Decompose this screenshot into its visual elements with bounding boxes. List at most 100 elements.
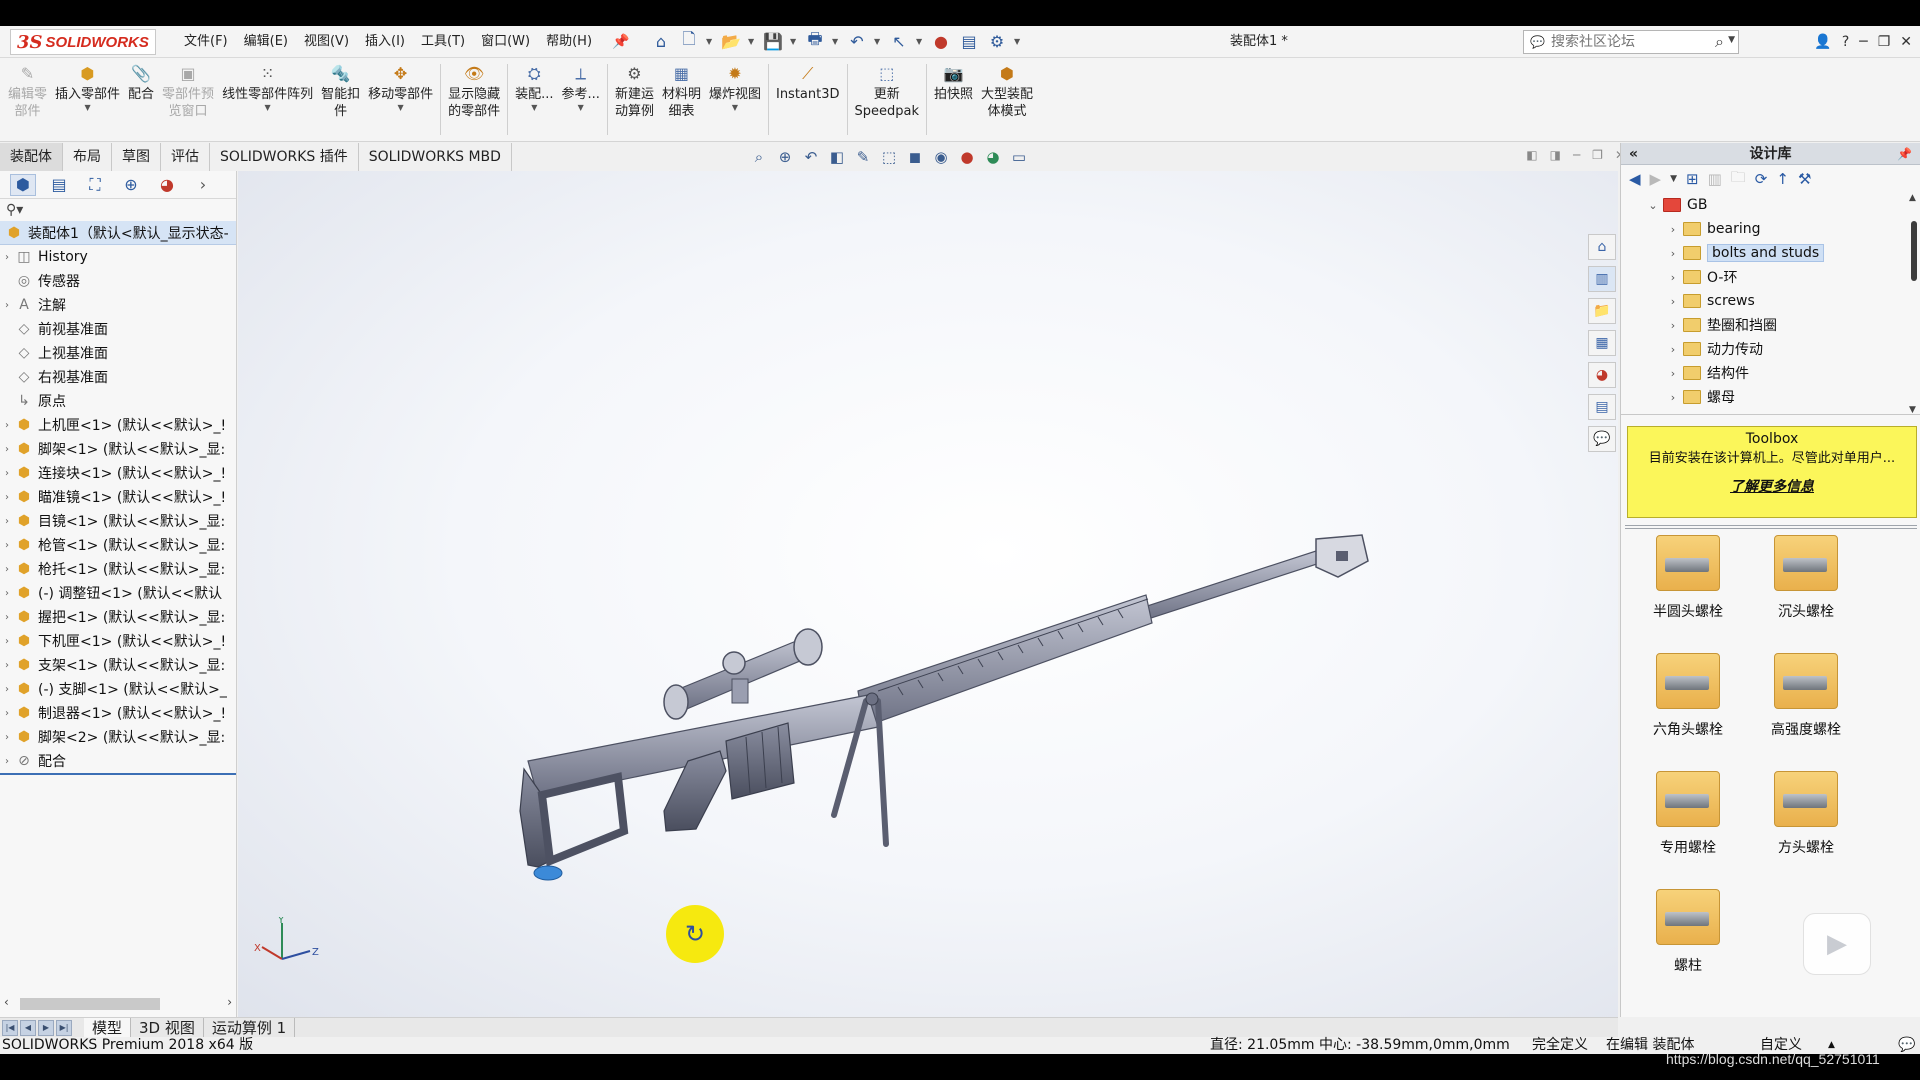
edit-appearance-icon[interactable]: ● xyxy=(956,147,978,167)
library-item[interactable]: 沉头螺栓 xyxy=(1747,535,1865,635)
tile-right-icon[interactable]: ◨ xyxy=(1550,148,1561,162)
minimize-icon[interactable]: ─ xyxy=(1859,34,1867,50)
tree-item[interactable]: › ⬢ 瞄准镜<1> (默认<<默认>_! xyxy=(0,485,236,509)
expand-arrow-icon[interactable]: › xyxy=(0,756,14,767)
tree-item[interactable]: ◇ 上视基准面 xyxy=(0,341,236,365)
library-folder-item[interactable]: › bearing xyxy=(1621,217,1920,241)
chevron-down-icon[interactable]: ▼ xyxy=(1728,35,1735,45)
scope-mount[interactable] xyxy=(731,678,749,704)
assembly-features-button[interactable]: ⛭ 装配... ▼ xyxy=(511,58,557,141)
toolbox-settings-icon[interactable]: ⚒ xyxy=(1798,170,1811,188)
options-gear-icon[interactable]: ⚙ xyxy=(986,30,1008,52)
feature-tree-tab-icon[interactable]: ⬢ xyxy=(10,173,36,196)
tab-motion-study[interactable]: 运动算例 1 xyxy=(204,1017,296,1038)
add-to-library-icon[interactable]: ⊞ xyxy=(1686,170,1699,188)
chevron-down-icon[interactable]: ▼ xyxy=(1670,174,1677,184)
chevron-down-icon[interactable]: ▼ xyxy=(531,103,537,113)
scope-eyepiece[interactable] xyxy=(663,684,689,720)
tree-root-assembly[interactable]: ⬢ 装配体1（默认<默认_显示状态- xyxy=(0,221,236,245)
scrollbar-thumb[interactable] xyxy=(1911,221,1917,281)
tab-addins[interactable]: SOLIDWORKS 插件 xyxy=(210,143,359,171)
tab-mbd[interactable]: SOLIDWORKS MBD xyxy=(359,143,512,171)
component-preview-button[interactable]: ▣ 零部件预 览窗口 xyxy=(158,58,218,141)
upper-receiver[interactable] xyxy=(857,594,1153,728)
tree-item[interactable]: ↳ 原点 xyxy=(0,389,236,413)
expand-arrow-icon[interactable]: › xyxy=(0,468,14,479)
expand-arrow-icon[interactable]: › xyxy=(0,492,14,503)
chevron-down-icon[interactable]: ▼ xyxy=(874,37,882,46)
chevron-down-icon[interactable]: ▼ xyxy=(84,103,90,113)
chevron-right-icon[interactable]: › xyxy=(1663,367,1683,380)
smart-fasteners-button[interactable]: 🔩 智能扣 件 xyxy=(317,58,364,141)
scroll-up-icon[interactable]: ▲ xyxy=(1909,193,1916,203)
tab-assembly[interactable]: 装配体 xyxy=(0,143,63,171)
bill-of-materials-button[interactable]: ▦ 材料明 细表 xyxy=(658,58,705,141)
tab-model[interactable]: 模型 xyxy=(84,1017,132,1038)
chevron-right-icon[interactable]: › xyxy=(1663,295,1683,308)
expand-arrow-icon[interactable]: › xyxy=(0,636,14,647)
graphics-viewport[interactable]: Y X Z ↻ xyxy=(238,171,1618,1017)
add-file-location-icon[interactable]: ▥ xyxy=(1708,170,1722,188)
expand-arrow-icon[interactable]: › xyxy=(0,516,14,527)
collapse-panel-icon[interactable]: « xyxy=(1629,143,1638,165)
scope-objective[interactable] xyxy=(793,628,823,666)
scroll-left-icon[interactable]: ‹ xyxy=(4,995,9,1009)
select-arrow-icon[interactable]: ↖ xyxy=(888,30,910,52)
section-view-icon[interactable]: ◧ xyxy=(826,147,848,167)
minimize-icon[interactable]: ─ xyxy=(1573,148,1580,162)
chevron-down-icon[interactable]: ▼ xyxy=(732,103,738,113)
horizontal-scrollbar[interactable]: ‹ › xyxy=(4,994,232,1012)
library-folder-item[interactable]: › bolts and studs xyxy=(1621,241,1920,265)
tree-item[interactable]: › ⬢ (-) 调整钮<1> (默认<<默认 xyxy=(0,581,236,605)
rebuild-traffic-light-icon[interactable]: ● xyxy=(930,30,952,52)
tree-item[interactable]: › ⬢ 脚架<1> (默认<<默认>_显: xyxy=(0,437,236,461)
tab-sketch[interactable]: 草图 xyxy=(112,143,161,171)
bipod-hinge[interactable] xyxy=(865,692,879,706)
forward-icon[interactable]: ▶ xyxy=(1650,170,1662,188)
insert-component-button[interactable]: ⬢ 插入零部件 ▼ xyxy=(51,58,124,141)
filter-icon[interactable]: ⚲▾ xyxy=(0,199,236,221)
expand-arrow-icon[interactable]: › xyxy=(0,660,14,671)
scrollbar-thumb[interactable] xyxy=(20,998,160,1010)
view-orientation-icon[interactable]: ⬚ xyxy=(878,147,900,167)
expand-arrow-icon[interactable]: › xyxy=(0,684,14,695)
expand-arrow-icon[interactable]: › xyxy=(0,540,14,551)
vertical-scrollbar[interactable]: ▲ ▼ xyxy=(1908,193,1920,414)
expand-arrow-icon[interactable]: › xyxy=(0,444,14,455)
library-folder-item[interactable]: ⌄ GB xyxy=(1621,193,1920,217)
pane-splitter[interactable] xyxy=(1625,525,1917,529)
apply-scene-icon[interactable]: ◕ xyxy=(982,147,1004,167)
update-speedpak-button[interactable]: ⬚ 更新 Speedpak xyxy=(851,58,924,141)
library-folder-item[interactable]: › screws xyxy=(1621,289,1920,313)
next-tab-icon[interactable]: ▶ xyxy=(38,1019,54,1036)
scroll-right-icon[interactable]: › xyxy=(227,995,232,1009)
search-input[interactable] xyxy=(1550,34,1701,50)
recoil-pad[interactable] xyxy=(533,865,563,881)
pin-icon[interactable]: 📌 xyxy=(1897,143,1912,165)
library-folder-item[interactable]: › 结构件 xyxy=(1621,361,1920,385)
tree-item[interactable]: › ⬢ 枪管<1> (默认<<默认>_显: xyxy=(0,533,236,557)
snapshot-button[interactable]: 📷 拍快照 xyxy=(930,58,977,141)
tree-item[interactable]: › ⬢ 握把<1> (默认<<默认>_显: xyxy=(0,605,236,629)
appearances-icon[interactable]: ◕ xyxy=(1588,362,1616,388)
pin-menu-icon[interactable]: 📌 xyxy=(612,34,629,50)
zoom-area-icon[interactable]: ⊕ xyxy=(774,147,796,167)
chevron-down-icon[interactable]: ▼ xyxy=(398,103,404,113)
view-settings-icon[interactable]: ▭ xyxy=(1008,147,1030,167)
file-properties-icon[interactable]: ▤ xyxy=(958,30,980,52)
chevron-right-icon[interactable]: › xyxy=(1663,391,1683,404)
search-icon[interactable]: ⌕ xyxy=(1715,32,1724,52)
tree-item[interactable]: › ⬢ 连接块<1> (默认<<默认>_! xyxy=(0,461,236,485)
design-library-icon[interactable]: ▥ xyxy=(1588,266,1616,292)
tab-3d-views[interactable]: 3D 视图 xyxy=(131,1017,204,1038)
restore-icon[interactable]: ❐ xyxy=(1592,148,1603,162)
menu-insert[interactable]: 插入(I) xyxy=(357,26,413,58)
play-video-icon[interactable]: ▶ xyxy=(1803,913,1871,975)
display-manager-tab-icon[interactable]: ◕ xyxy=(154,174,180,196)
scroll-down-icon[interactable]: ▼ xyxy=(1909,405,1916,414)
move-component-button[interactable]: ✥ 移动零部件 ▼ xyxy=(364,58,437,141)
chevron-down-icon[interactable]: ▼ xyxy=(578,103,584,113)
first-tab-icon[interactable]: |◀ xyxy=(2,1019,18,1036)
tree-item[interactable]: › ⬢ 枪托<1> (默认<<默认>_显: xyxy=(0,557,236,581)
tree-item[interactable]: › ⊘ 配合 xyxy=(0,749,236,773)
